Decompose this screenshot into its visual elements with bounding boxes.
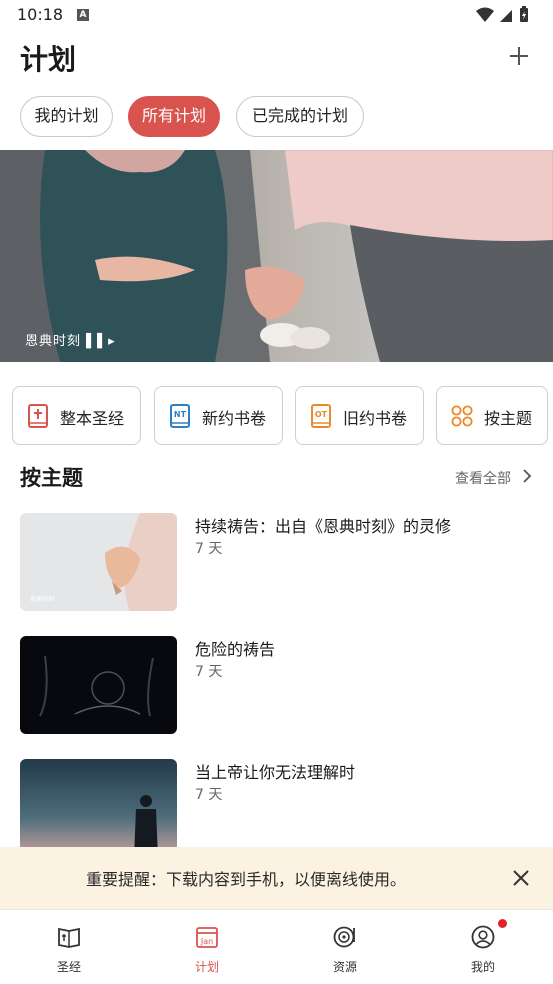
nav-label: 圣经: [56, 960, 81, 974]
plan-list-item[interactable]: 恩典时刻 持续祷告：出自《恩典时刻》的灵修 7 天: [0, 513, 553, 613]
filter-all-plans[interactable]: 所有计划: [128, 96, 220, 137]
plus-icon: [510, 47, 528, 65]
category-row: 整本圣经 NT 新约书卷 OT 旧约书卷 按主题: [0, 386, 553, 446]
nav-resources[interactable]: 资源: [276, 910, 414, 984]
play-logo-icon: ▌▌▸: [86, 334, 116, 349]
svg-text:NT: NT: [174, 410, 187, 419]
plan-list-item[interactable]: 当上帝让你无法理解时 7 天: [0, 759, 553, 859]
bottom-navigation: 圣经 Jan 计划 资源 我的: [0, 909, 553, 984]
calendar-icon: Jan: [196, 927, 218, 948]
close-icon[interactable]: [511, 868, 531, 888]
notification-a-icon: A: [77, 9, 89, 21]
header: 计划: [0, 30, 553, 86]
plan-list-item[interactable]: 危险的祷告 7 天: [0, 636, 553, 736]
category-label: 新约书卷: [202, 409, 267, 428]
plan-filter-tabs: 我的计划 所有计划 已完成的计划: [0, 96, 553, 138]
page-title: 计划: [20, 43, 77, 76]
category-by-topic[interactable]: 按主题: [436, 386, 548, 445]
battery-icon: [520, 6, 528, 22]
svg-text:OT: OT: [315, 410, 328, 419]
plan-title: 持续祷告：出自《恩典时刻》的灵修: [195, 517, 452, 536]
plan-thumbnail: 恩典时刻: [20, 513, 177, 611]
plan-title: 危险的祷告: [195, 640, 276, 659]
topics-grid-icon: [451, 405, 473, 427]
filter-completed-plans[interactable]: 已完成的计划: [236, 96, 364, 137]
resources-disc-icon: [333, 926, 355, 948]
see-all-link[interactable]: 查看全部: [455, 468, 511, 488]
svg-text:Jan: Jan: [200, 937, 213, 946]
nav-profile[interactable]: 我的: [414, 910, 552, 984]
bible-book-icon: [58, 927, 80, 948]
plan-thumbnail: [20, 759, 177, 857]
status-time: 10:18: [17, 5, 64, 24]
banner-text: 重要提醒：下载内容到手机，以便离线使用。: [86, 870, 407, 889]
nav-label: 资源: [332, 960, 357, 974]
filter-my-plans[interactable]: 我的计划: [20, 96, 113, 137]
offline-reminder-banner: 重要提醒：下载内容到手机，以便离线使用。: [0, 847, 553, 909]
signal-icon: [500, 10, 512, 22]
nav-plans[interactable]: Jan 计划: [138, 910, 276, 984]
category-label: 按主题: [484, 409, 533, 428]
category-new-testament[interactable]: NT 新约书卷: [154, 386, 283, 445]
section-title: 按主题: [20, 466, 83, 490]
profile-icon: [471, 925, 495, 949]
old-testament-icon: OT: [311, 404, 331, 428]
plan-duration: 7 天: [195, 664, 223, 680]
plan-thumbnail: [20, 636, 177, 734]
plan-title: 当上帝让你无法理解时: [195, 763, 356, 782]
notification-dot: [498, 919, 507, 928]
plan-duration: 7 天: [195, 541, 223, 557]
category-whole-bible[interactable]: 整本圣经: [12, 386, 141, 445]
new-testament-icon: NT: [170, 404, 190, 428]
nav-label: 我的: [470, 960, 495, 974]
nav-label: 计划: [194, 960, 219, 974]
hero-brand-label: 恩典时刻 ▌▌▸: [25, 334, 116, 349]
chevron-right-icon[interactable]: [519, 468, 535, 484]
section-header: 按主题 查看全部: [0, 458, 553, 494]
plan-duration: 7 天: [195, 787, 223, 803]
status-icons: [475, 6, 535, 28]
bible-icon: [28, 404, 48, 428]
category-label: 整本圣经: [60, 409, 125, 428]
category-label: 旧约书卷: [343, 409, 408, 428]
nav-bible[interactable]: 圣经: [0, 910, 138, 984]
add-plan-button[interactable]: [507, 44, 531, 68]
svg-text:恩典时刻: 恩典时刻: [30, 595, 54, 603]
category-old-testament[interactable]: OT 旧约书卷: [295, 386, 424, 445]
status-bar: 10:18 A: [0, 0, 553, 30]
wifi-icon: [476, 7, 494, 22]
featured-carousel[interactable]: 恩典时刻 ▌▌▸: [0, 150, 553, 362]
